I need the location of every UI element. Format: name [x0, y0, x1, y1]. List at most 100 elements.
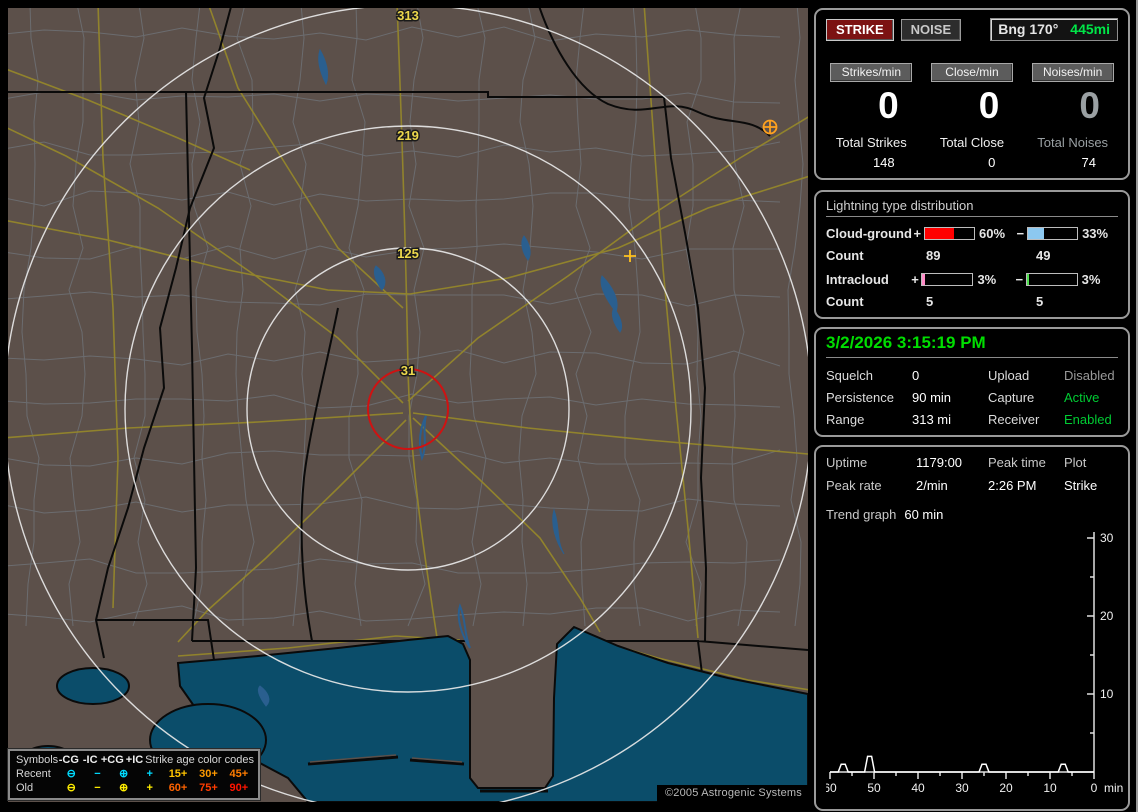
copyright-text: ©2005 Astrogenic Systems: [656, 785, 808, 802]
peak-time-header: Peak time: [988, 455, 1046, 470]
strikes-counter: Strikes/min 0 Total Strikes 148: [826, 63, 917, 170]
persistence-value: 90 min: [912, 390, 952, 405]
ic-minus-count: 5: [1036, 294, 1044, 309]
ic-plus-pct: 3%: [977, 272, 997, 287]
range-value: 313 mi: [912, 412, 952, 427]
close-per-min-button[interactable]: Close/min: [930, 63, 1013, 82]
legend-old-label: Old: [16, 782, 34, 794]
age-75: 75+: [199, 782, 218, 794]
noises-rate: 0: [1079, 85, 1100, 126]
trend-graph-label: Trend graph: [826, 507, 897, 522]
svg-text:0: 0: [1091, 781, 1098, 795]
capture-status: Active: [1064, 390, 1100, 405]
legend-recent-label: Recent: [16, 768, 51, 780]
svg-text:30: 30: [955, 781, 969, 795]
plus-icon: +: [146, 768, 153, 780]
noises-per-min-button[interactable]: Noises/min: [1031, 63, 1114, 82]
svg-text:20: 20: [1100, 609, 1114, 623]
cloud-ground-label: Cloud-ground: [826, 226, 912, 241]
circle-minus-icon: ⊖: [66, 782, 76, 794]
svg-text:40: 40: [911, 781, 925, 795]
close-counter: Close/min 0 Total Close 0: [927, 63, 1018, 170]
cg-minus-bar: [1026, 227, 1079, 240]
svg-text:219: 219: [397, 128, 419, 143]
ic-minus-pct: 3%: [1081, 272, 1101, 287]
svg-text:313: 313: [397, 8, 419, 23]
svg-text:125: 125: [397, 246, 419, 261]
uptime-label: Uptime: [826, 455, 868, 470]
minus-icon: −: [94, 768, 101, 780]
squelch-label: Squelch: [826, 368, 873, 383]
strike-mode-button[interactable]: STRIKE: [826, 18, 894, 41]
bearing-readout: Bng 170° 445mi: [990, 18, 1118, 41]
age-90: 90+: [229, 782, 249, 794]
noise-mode-button[interactable]: NOISE: [900, 18, 962, 41]
cg-plus-bar: [923, 227, 976, 240]
close-rate: 0: [978, 85, 1000, 126]
total-noises-label: Total Noises: [1037, 135, 1109, 150]
symbol-legend: Symbols -CG -IC +CG +IC Strike age color…: [7, 748, 261, 801]
minus-sign: −: [1015, 272, 1024, 287]
lightning-map[interactable]: 313 219 125 31 Symbols -CG -IC +CG +IC Stri…: [7, 8, 808, 802]
status-panel: 3/2/2026 3:15:19 PM Squelch 0 Upload Dis…: [814, 327, 1130, 437]
app-window: 313 219 125 31 Symbols -CG -IC +CG +IC Stri…: [0, 0, 1138, 812]
persistence-label: Persistence: [826, 390, 894, 405]
intracloud-label: Intracloud: [826, 272, 889, 287]
total-close-label: Total Close: [939, 135, 1005, 150]
plus-sign: +: [911, 272, 919, 287]
counters-panel: STRIKE NOISE Bng 170° 445mi Strikes/min …: [814, 8, 1130, 180]
ic-count-label: Count: [826, 294, 864, 309]
session-panel: Uptime 1179:00 Peak time Plot Peak rate …: [814, 445, 1130, 811]
age-30: 30+: [199, 768, 218, 780]
svg-text:20: 20: [999, 781, 1013, 795]
circle-plus-strike-icon: [762, 119, 778, 135]
distribution-title: Lightning type distribution: [826, 198, 1118, 217]
legend-col-pic: +IC: [125, 754, 144, 766]
svg-text:30: 30: [1100, 531, 1114, 545]
uptime-value: 1179:00: [916, 455, 963, 470]
ic-minus-bar: [1025, 273, 1078, 286]
svg-text:60: 60: [826, 781, 837, 795]
age-60: 60+: [168, 782, 188, 794]
strikes-rate: 0: [878, 85, 899, 126]
plus-sign: +: [913, 226, 922, 241]
legend-age-header: Strike age color codes: [145, 754, 254, 766]
legend-col-ncg: -CG: [58, 754, 79, 766]
peak-rate-label: Peak rate: [826, 478, 882, 493]
plot-mode-value: Strike: [1064, 478, 1098, 493]
legend-col-nic: -IC: [82, 754, 98, 766]
range-label: Range: [826, 412, 865, 427]
bearing-value: Bng 170°: [998, 21, 1059, 37]
svg-text:31: 31: [401, 363, 415, 378]
strikes-per-min-button[interactable]: Strikes/min: [830, 63, 913, 82]
ic-plus-bar: [921, 273, 974, 286]
svg-text:10: 10: [1100, 687, 1114, 701]
legend-symbols-header: Symbols: [16, 754, 59, 766]
capture-label: Capture: [988, 390, 1035, 405]
peak-time-value: 2:26 PM: [988, 478, 1037, 493]
upload-status: Disabled: [1064, 368, 1115, 383]
plot-header: Plot: [1064, 455, 1087, 470]
cg-minus-pct: 33%: [1082, 226, 1109, 241]
svg-text:10: 10: [1043, 781, 1057, 795]
sidebar: STRIKE NOISE Bng 170° 445mi Strikes/min …: [812, 0, 1136, 812]
total-strikes-value: 148: [872, 155, 895, 170]
distance-value: 445mi: [1070, 21, 1110, 37]
circle-plus-icon: ⊕: [118, 782, 129, 794]
datetime-display: 3/2/2026 3:15:19 PM: [826, 333, 1118, 358]
trend-window-value: 60 min: [904, 507, 944, 522]
receiver-label: Receiver: [988, 412, 1040, 427]
svg-text:min: min: [1104, 781, 1123, 795]
ic-plus-count: 5: [926, 294, 934, 309]
map-canvas: 313 219 125 31: [8, 8, 808, 802]
noises-counter: Noises/min 0 Total Noises 74: [1027, 63, 1118, 170]
cg-plus-count: 89: [926, 248, 941, 263]
minus-sign: −: [1016, 226, 1025, 241]
cg-plus-pct: 60%: [979, 226, 1006, 241]
age-45: 45+: [229, 768, 249, 780]
legend-col-pcg: +CG: [100, 754, 124, 766]
plus-icon: +: [146, 782, 153, 794]
peak-rate-value: 2/min: [916, 478, 948, 493]
receiver-status: Enabled: [1064, 412, 1112, 427]
upload-label: Upload: [988, 368, 1030, 383]
